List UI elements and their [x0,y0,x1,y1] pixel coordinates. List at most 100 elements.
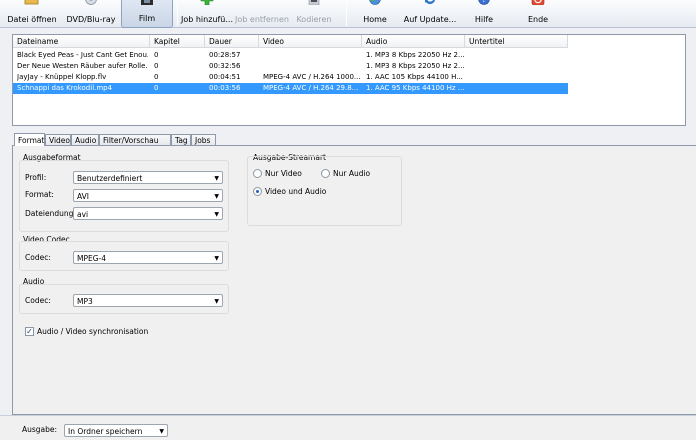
toolbar-separator [346,2,347,26]
cell-audio: 1. MP3 8 Kbps 22050 Hz 2... [366,51,464,59]
cell-audio: 1. AAC 105 Kbps 44100 H... [366,73,463,81]
cell-duration: 00:32:56 [209,62,241,70]
output-label: Ausgabe: [22,425,58,434]
radio-audio-only[interactable]: Nur Audio [321,169,370,178]
remove-job-button[interactable]: Job entfernen [235,0,289,28]
radio-video-audio[interactable]: Video und Audio [253,187,326,196]
disc-icon [84,0,98,7]
power-icon [531,0,545,7]
av-sync-label: Audio / Video synchronisation [37,327,149,336]
toolbar-label: Ende [527,15,549,24]
cell-filename: Der Neue Westen Räuber aufer Rolle... [17,62,148,70]
radio-video-only[interactable]: Nur Video [253,169,302,178]
chevron-down-icon: ▼ [214,255,219,262]
film-icon [140,0,154,7]
cell-filename: Schnappi das Krokodil.mp4 [17,84,113,92]
toolbar-label: Job entfernen [235,15,289,24]
chevron-down-icon: ▼ [214,298,219,305]
chevron-down-icon: ▼ [214,175,219,182]
add-job-button[interactable]: Job hinzufü... [180,0,234,28]
open-file-button[interactable]: Datei öffnen [6,0,58,28]
column-header-video[interactable]: Video [259,35,362,48]
table-row[interactable]: Der Neue Westen Räuber aufer Rolle... 0 … [13,61,568,72]
checkmark-icon: ✓ [25,327,34,336]
film-button[interactable]: Film [121,0,173,28]
exit-button[interactable]: Ende [522,0,554,28]
bottom-bar: Ausgabe: In Ordner speichern ▼ [0,415,696,440]
cell-audio: 1. AAC 95 Kbps 44100 Hz ... [366,84,464,92]
format-value: AVI [77,192,89,201]
cell-filename: JayJay - Knüppel Klopp.flv [17,73,107,81]
radio-video-audio-label: Video und Audio [265,187,327,196]
table-row[interactable]: JayJay - Knüppel Klopp.flv 0 00:04:51 MP… [13,72,568,83]
format-label: Format: [25,190,54,199]
svg-text:?: ? [482,0,486,4]
video-codec-label: Codec: [25,253,51,262]
radio-video-only-label: Nur Video [265,169,302,178]
column-header-filename[interactable]: Dateiname [13,35,150,48]
update-icon [423,0,437,7]
toolbar-label: Kodieren [296,15,332,24]
toolbar-label: Film [138,14,156,23]
radio-circle-icon [321,169,330,178]
cell-chapters: 0 [154,62,159,70]
toolbar-label: DVD/Blu-ray [66,15,116,24]
cell-video: MPEG-4 AVC / H.264 29.8... [263,84,359,92]
radio-selected-icon [253,187,262,196]
cell-audio: 1. MP3 8 Kbps 22050 Hz 2... [366,62,464,70]
toolbar-separator [177,2,178,26]
table-row-selected[interactable]: Schnappi das Krokodil.mp4 0 00:03:56 MPE… [13,83,568,94]
dvd-bluray-button[interactable]: DVD/Blu-ray [66,0,116,28]
toolbar-label: Datei öffnen [7,15,57,24]
audio-codec-value: MP3 [77,297,93,306]
column-header-subtitles[interactable]: Untertitel [465,35,568,48]
extension-value: avi [77,210,89,219]
column-header-chapters[interactable]: Kapitel [150,35,205,48]
radio-circle-icon [253,169,262,178]
output-value: In Ordner speichern [68,427,143,436]
toolbar: Datei öffnen DVD/Blu-ray Film Job hinzuf… [0,0,696,28]
cell-duration: 00:28:57 [209,51,241,59]
table-row[interactable]: Black Eyed Peas - Just Cant Get Enou... … [13,50,568,61]
cell-duration: 00:04:51 [209,73,241,81]
toolbar-label: Home [363,15,387,24]
check-update-button[interactable]: Auf Update... [401,0,459,28]
toolbar-label: Auf Update... [403,15,457,24]
audio-codec-label: Codec: [25,296,51,305]
tab-format[interactable]: Format [14,133,45,146]
cell-chapters: 0 [154,84,159,92]
cell-chapters: 0 [154,51,159,59]
encode-button[interactable]: Kodieren [292,0,336,28]
format-select[interactable]: AVI ▼ [73,189,223,202]
home-button[interactable]: Home [354,0,396,28]
cell-chapters: 0 [154,73,159,81]
chevron-down-icon: ▼ [214,193,219,200]
video-codec-value: MPEG-4 [77,254,107,263]
audio-codec-select[interactable]: MP3 ▼ [73,294,223,307]
cell-filename: Black Eyed Peas - Just Cant Get Enou... [17,51,148,59]
chevron-down-icon: ▼ [214,211,219,218]
column-header-audio[interactable]: Audio [362,35,465,48]
folder-open-icon [24,0,40,7]
video-codec-select[interactable]: MPEG-4 ▼ [73,251,223,264]
toolbar-label: Job hinzufü... [180,15,234,24]
help-icon: ? [477,0,491,7]
column-header-duration[interactable]: Dauer [205,35,259,48]
globe-icon [368,0,382,7]
file-list[interactable]: Dateiname Kapitel Dauer Video Audio Unte… [12,34,686,126]
cell-duration: 00:03:56 [209,84,241,92]
extension-label: Dateiendung: [25,209,76,218]
cell-video: MPEG-4 AVC / H.264 1000... [263,73,361,81]
output-select[interactable]: In Ordner speichern ▼ [64,424,168,437]
extension-select[interactable]: avi ▼ [73,207,223,220]
radio-audio-only-label: Nur Audio [333,169,371,178]
profile-select[interactable]: Benutzerdefiniert ▼ [73,171,223,184]
profile-label: Profil: [25,173,47,182]
help-button[interactable]: ? Hilfe [468,0,500,28]
encode-icon [308,0,320,7]
toolbar-label: Hilfe [474,15,494,24]
chevron-down-icon: ▼ [159,428,164,435]
profile-value: Benutzerdefiniert [77,174,143,183]
format-panel: Ausgabeformat Profil: Benutzerdefiniert ▼… [12,145,696,415]
av-sync-checkbox[interactable]: ✓ Audio / Video synchronisation [25,327,148,336]
